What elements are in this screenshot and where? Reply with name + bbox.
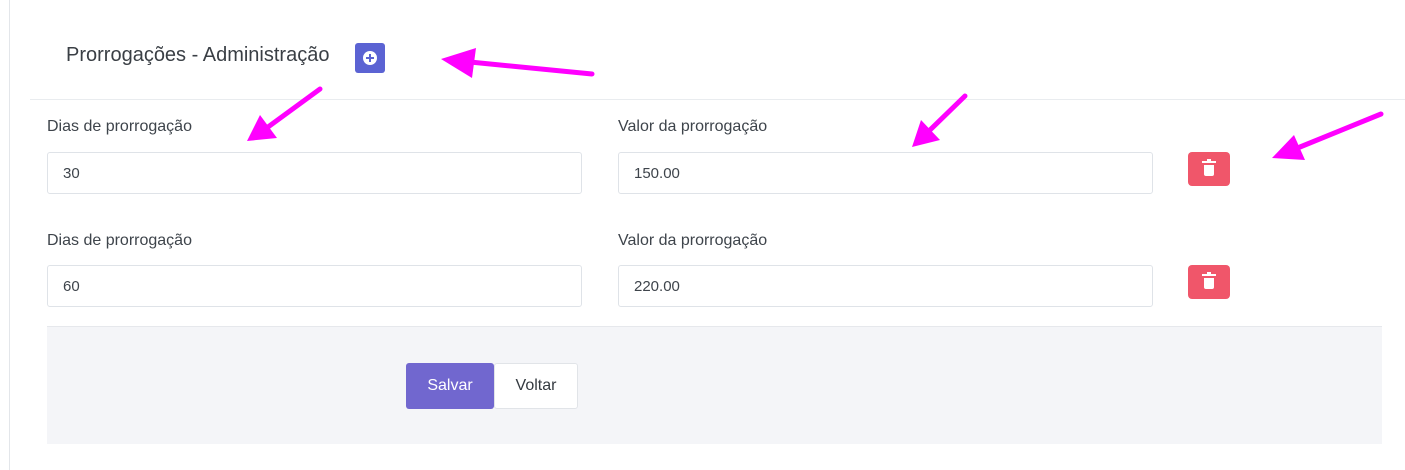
left-border <box>9 0 10 470</box>
back-button[interactable]: Voltar <box>494 363 578 409</box>
trash-icon <box>1202 159 1216 176</box>
dias-input[interactable] <box>47 152 582 194</box>
valor-input[interactable] <box>618 152 1153 194</box>
valor-input[interactable] <box>618 265 1153 307</box>
page-title: Prorrogações - Administração <box>66 44 330 66</box>
valor-label: Valor da prorrogação <box>618 118 768 135</box>
dias-label: Dias de prorrogação <box>47 118 192 135</box>
plus-circle-icon <box>363 51 377 65</box>
save-button[interactable]: Salvar <box>406 363 494 409</box>
annotation-arrow <box>912 93 968 147</box>
valor-label: Valor da prorrogação <box>618 232 768 249</box>
add-prorrogacao-button[interactable] <box>355 43 385 73</box>
card-header: Prorrogações - Administração <box>30 0 1405 100</box>
dias-label: Dias de prorrogação <box>47 232 192 249</box>
trash-icon <box>1202 272 1216 289</box>
dias-input[interactable] <box>47 265 582 307</box>
delete-row-button[interactable] <box>1188 152 1230 186</box>
form-footer: Salvar Voltar <box>47 326 1382 444</box>
annotation-arrow <box>1272 111 1384 160</box>
delete-row-button[interactable] <box>1188 265 1230 299</box>
